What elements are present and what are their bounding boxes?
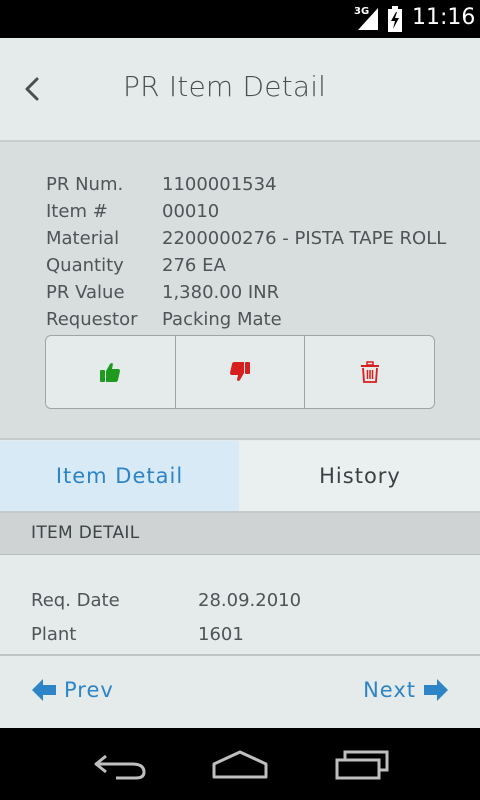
recents-nav-icon	[335, 750, 389, 780]
field-label: Requestor	[46, 309, 138, 330]
field-value: 1,380.00 INR	[162, 282, 280, 303]
field-label: Item #	[46, 201, 108, 222]
detail-value: 1601	[198, 624, 244, 645]
field-label: Material	[46, 228, 120, 249]
app-screen: PR Item Detail PR Num. 1100001534 Item #…	[0, 38, 480, 728]
thumbs-up-icon	[100, 363, 121, 382]
tab-bar: Item Detail History	[0, 441, 480, 513]
thumbs-down-icon	[230, 362, 250, 381]
section-title: ITEM DETAIL	[31, 523, 140, 543]
tab-item-detail[interactable]: Item Detail	[0, 441, 239, 511]
page-title: PR Item Detail	[123, 70, 327, 103]
arrow-right-icon	[424, 679, 448, 701]
detail-label: Req. Date	[31, 590, 120, 611]
field-value: 00010	[162, 201, 220, 222]
item-detail-list: Req. Date 28.09.2010 Plant 1601	[0, 556, 480, 656]
battery-icon	[388, 6, 402, 32]
reject-button[interactable]	[176, 336, 306, 408]
field-label: Quantity	[46, 255, 124, 276]
field-label: PR Value	[46, 282, 125, 303]
next-label: Next	[363, 678, 416, 702]
detail-label: Plant	[31, 624, 77, 645]
action-button-group	[45, 335, 435, 409]
trash-icon	[360, 361, 379, 383]
approve-button[interactable]	[46, 336, 176, 408]
tab-history[interactable]: History	[240, 441, 480, 511]
app-header: PR Item Detail	[0, 38, 480, 142]
delete-button[interactable]	[305, 336, 434, 408]
detail-value: 28.09.2010	[198, 590, 302, 611]
signal-icon	[358, 8, 378, 30]
arrow-left-icon	[32, 679, 56, 701]
section-header: ITEM DETAIL	[0, 513, 480, 555]
field-value: 276 EA	[162, 255, 226, 276]
system-nav-bar	[0, 728, 480, 800]
home-nav-icon	[212, 750, 268, 779]
back-button[interactable]	[18, 72, 48, 106]
clock: 11:16	[412, 5, 476, 30]
status-bar: 3G 11:16	[0, 0, 480, 38]
field-value: 2200000276 - PISTA TAPE ROLL	[162, 228, 447, 249]
system-recents-button[interactable]	[335, 748, 389, 784]
field-value: Packing Mate	[162, 309, 282, 330]
system-home-button[interactable]	[211, 748, 269, 784]
chevron-left-icon	[25, 77, 39, 101]
prev-label: Prev	[64, 678, 114, 702]
prev-button[interactable]: Prev	[32, 678, 114, 702]
pager-footer: Prev Next	[0, 658, 480, 728]
next-button[interactable]: Next	[363, 678, 448, 702]
system-back-button[interactable]	[92, 748, 148, 784]
back-nav-icon	[94, 754, 146, 780]
field-label: PR Num.	[46, 174, 124, 195]
field-value: 1100001534	[162, 174, 277, 195]
